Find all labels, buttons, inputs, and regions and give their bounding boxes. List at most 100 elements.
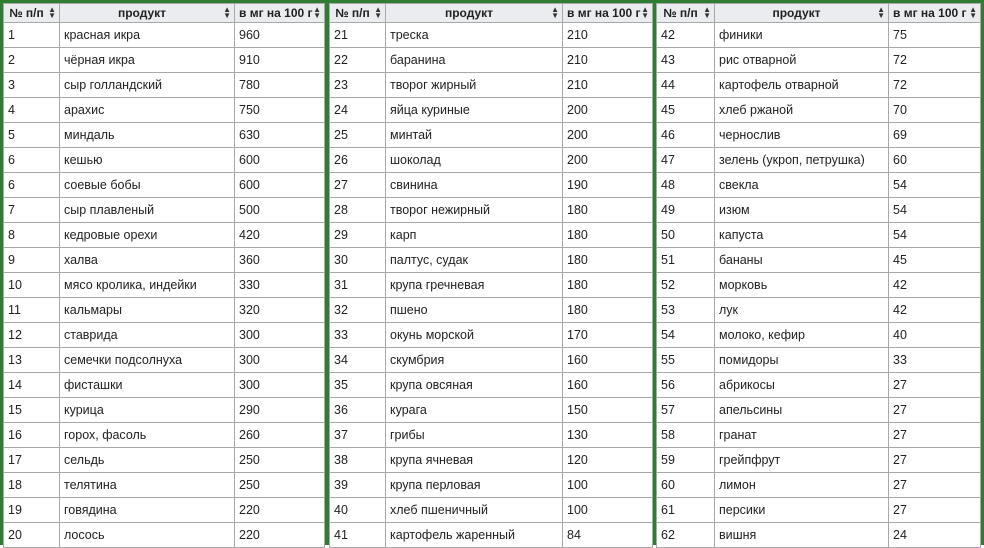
- cell-product: палтус, судак: [385, 247, 563, 273]
- cell-number: 13: [3, 347, 60, 373]
- cell-number: 31: [329, 272, 386, 298]
- column-header-value[interactable]: в мг на 100 г ▲ ▼: [562, 3, 653, 23]
- header-row: № п/п ▲ ▼ продукт ▲ ▼ в мг на 100 г ▲ ▼: [3, 3, 325, 23]
- sort-icon[interactable]: ▲ ▼: [48, 6, 56, 20]
- cell-value: 27: [888, 422, 981, 448]
- cell-number: 35: [329, 372, 386, 398]
- cell-product: соевые бобы: [59, 172, 235, 198]
- table-row: 12 ставрида 300: [3, 322, 325, 348]
- column-header-number[interactable]: № п/п ▲ ▼: [656, 3, 715, 23]
- table-panel-2: № п/п ▲ ▼ продукт ▲ ▼ в мг на 100 г ▲ ▼ 21 трес…: [326, 0, 656, 548]
- cell-number: 14: [3, 372, 60, 398]
- table-row: 43 рис отварной 72: [656, 47, 981, 73]
- cell-product: крупа перловая: [385, 472, 563, 498]
- sort-icon[interactable]: ▲ ▼: [374, 6, 382, 20]
- cell-number: 10: [3, 272, 60, 298]
- cell-value: 360: [234, 247, 325, 273]
- header-label: продукт: [444, 6, 494, 20]
- cell-number: 42: [656, 22, 715, 48]
- cell-product: скумбрия: [385, 347, 563, 373]
- table-row: 1 красная икра 960: [3, 22, 325, 48]
- table-row: 17 сельдь 250: [3, 447, 325, 473]
- cell-product: персики: [714, 497, 889, 523]
- column-header-product[interactable]: продукт ▲ ▼: [385, 3, 563, 23]
- cell-product: молоко, кефир: [714, 322, 889, 348]
- sort-icon[interactable]: ▲ ▼: [551, 6, 559, 20]
- cell-product: крупа гречневая: [385, 272, 563, 298]
- cell-product: бананы: [714, 247, 889, 273]
- table-row: 11 кальмары 320: [3, 297, 325, 323]
- cell-number: 27: [329, 172, 386, 198]
- cell-product: картофель жаренный: [385, 522, 563, 548]
- cell-product: финики: [714, 22, 889, 48]
- cell-value: 500: [234, 197, 325, 223]
- cell-value: 300: [234, 347, 325, 373]
- table-row: 6 соевые бобы 600: [3, 172, 325, 198]
- cell-value: 170: [562, 322, 653, 348]
- column-header-value[interactable]: в мг на 100 г ▲ ▼: [234, 3, 325, 23]
- column-header-product[interactable]: продукт ▲ ▼: [714, 3, 889, 23]
- table-row: 42 финики 75: [656, 22, 981, 48]
- cell-product: зелень (укроп, петрушка): [714, 147, 889, 173]
- table-row: 36 курага 150: [329, 397, 653, 423]
- cell-number: 43: [656, 47, 715, 73]
- cell-product: крупа ячневая: [385, 447, 563, 473]
- cell-number: 16: [3, 422, 60, 448]
- column-header-value[interactable]: в мг на 100 г ▲ ▼: [888, 3, 981, 23]
- cell-value: 200: [562, 97, 653, 123]
- cell-product: карп: [385, 222, 563, 248]
- cell-product: свекла: [714, 172, 889, 198]
- cell-number: 62: [656, 522, 715, 548]
- table-row: 44 картофель отварной 72: [656, 72, 981, 98]
- column-header-product[interactable]: продукт ▲ ▼: [59, 3, 235, 23]
- table-row: 59 грейпфрут 27: [656, 447, 981, 473]
- cell-product: фисташки: [59, 372, 235, 398]
- cell-number: 8: [3, 222, 60, 248]
- cell-product: халва: [59, 247, 235, 273]
- cell-number: 32: [329, 297, 386, 323]
- sort-icon[interactable]: ▲ ▼: [969, 6, 977, 20]
- column-header-number[interactable]: № п/п ▲ ▼: [329, 3, 386, 23]
- cell-value: 780: [234, 72, 325, 98]
- table-row: 18 телятина 250: [3, 472, 325, 498]
- cell-number: 22: [329, 47, 386, 73]
- cell-number: 1: [3, 22, 60, 48]
- sort-icon[interactable]: ▲ ▼: [703, 6, 711, 20]
- table-row: 24 яйца куриные 200: [329, 97, 653, 123]
- table-row: 33 окунь морской 170: [329, 322, 653, 348]
- table-row: 29 карп 180: [329, 222, 653, 248]
- sort-icon[interactable]: ▲ ▼: [313, 6, 321, 20]
- sort-icon[interactable]: ▲ ▼: [641, 6, 649, 20]
- table-row: 6 кешью 600: [3, 147, 325, 173]
- cell-value: 630: [234, 122, 325, 148]
- cell-value: 220: [234, 522, 325, 548]
- cell-value: 27: [888, 472, 981, 498]
- column-header-number[interactable]: № п/п ▲ ▼: [3, 3, 60, 23]
- sort-icon[interactable]: ▲ ▼: [877, 6, 885, 20]
- cell-number: 59: [656, 447, 715, 473]
- table-row: 60 лимон 27: [656, 472, 981, 498]
- cell-number: 36: [329, 397, 386, 423]
- cell-value: 220: [234, 497, 325, 523]
- cell-value: 100: [562, 472, 653, 498]
- table-row: 9 халва 360: [3, 247, 325, 273]
- cell-number: 52: [656, 272, 715, 298]
- cell-value: 190: [562, 172, 653, 198]
- cell-number: 39: [329, 472, 386, 498]
- cell-value: 130: [562, 422, 653, 448]
- cell-number: 28: [329, 197, 386, 223]
- cell-product: лимон: [714, 472, 889, 498]
- table-row: 14 фисташки 300: [3, 372, 325, 398]
- cell-product: морковь: [714, 272, 889, 298]
- cell-product: минтай: [385, 122, 563, 148]
- cell-value: 260: [234, 422, 325, 448]
- sort-icon[interactable]: ▲ ▼: [223, 6, 231, 20]
- cell-product: сыр плавленый: [59, 197, 235, 223]
- cell-product: мясо кролика, индейки: [59, 272, 235, 298]
- cell-product: треска: [385, 22, 563, 48]
- cell-product: кешью: [59, 147, 235, 173]
- cell-product: вишня: [714, 522, 889, 548]
- cell-value: 290: [234, 397, 325, 423]
- header-label: продукт: [117, 6, 167, 20]
- cell-number: 46: [656, 122, 715, 148]
